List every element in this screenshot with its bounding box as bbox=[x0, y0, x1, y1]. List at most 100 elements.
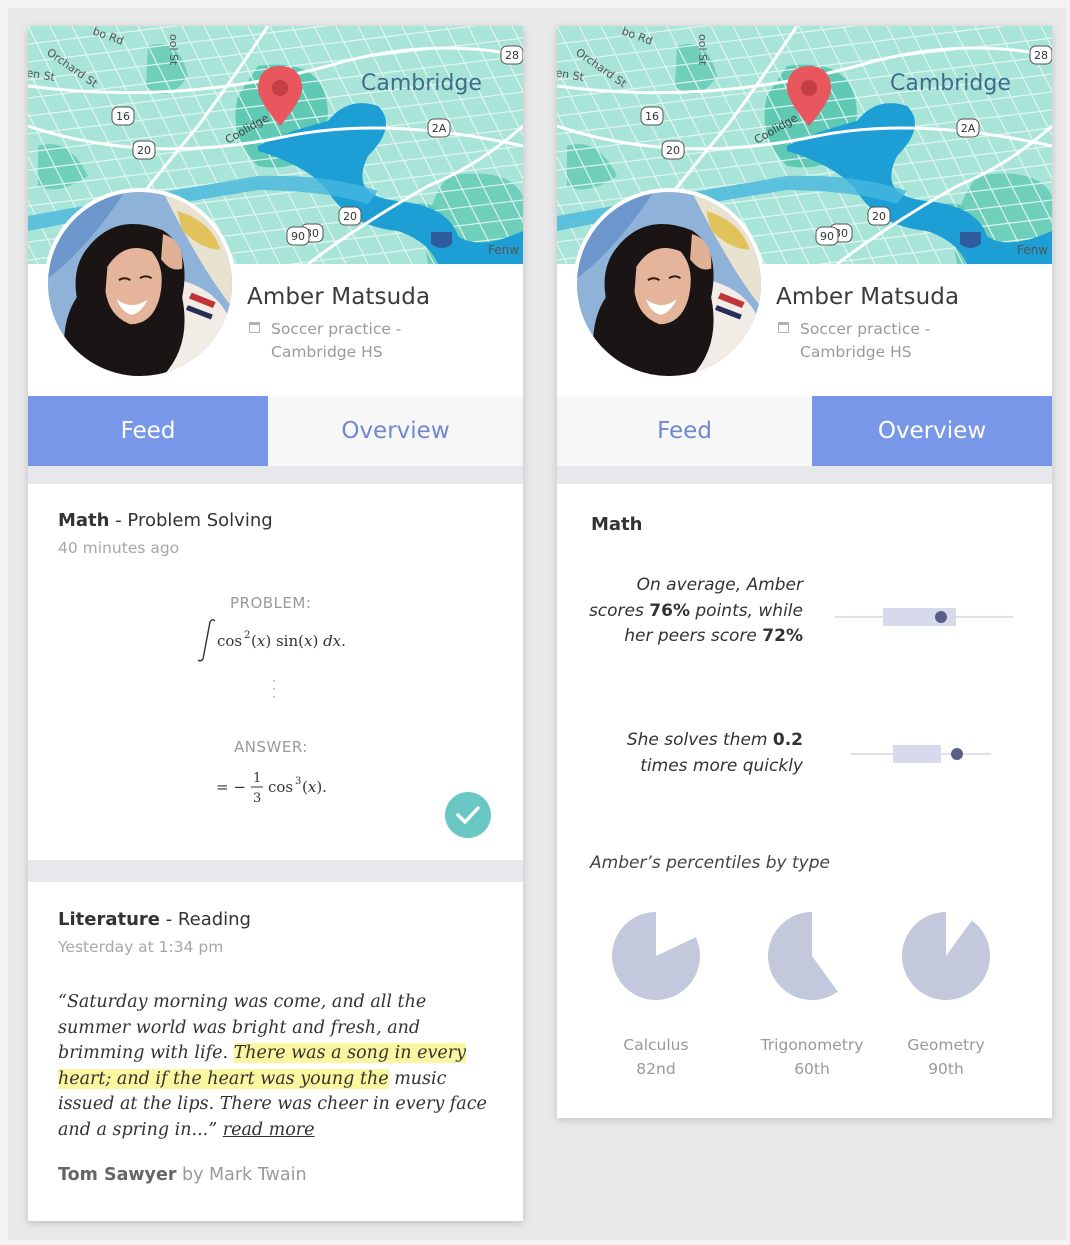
profile-header: Cambridge Orchard St en St bo Rd ool St Cooli… bbox=[557, 26, 1052, 396]
profile-card-feed: Cambridge Orchard St en St bo Rd ool St Cooli… bbox=[28, 26, 523, 1221]
svg-text:28: 28 bbox=[1034, 49, 1048, 62]
svg-text:20: 20 bbox=[137, 144, 151, 157]
svg-text:(x) sin(x) dx.: (x) sin(x) dx. bbox=[251, 632, 346, 650]
subject-name: Literature bbox=[58, 909, 160, 930]
road-badge: 2A bbox=[427, 118, 451, 138]
road-badge: 20 bbox=[132, 140, 156, 160]
problem-formula: cos 2 (x) sin(x) dx. bbox=[193, 616, 363, 668]
activity-line-2: Cambridge HS bbox=[271, 343, 383, 361]
svg-text:16: 16 bbox=[645, 110, 659, 123]
percentile-pie-geometry: Geometry 90th bbox=[891, 911, 1001, 1081]
feed-item-time: 40 minutes ago bbox=[58, 539, 180, 557]
svg-text:3: 3 bbox=[253, 791, 261, 806]
svg-text:2A: 2A bbox=[432, 122, 447, 135]
tab-feed[interactable]: Feed bbox=[28, 396, 268, 466]
stat-text-part: times more quickly bbox=[640, 755, 803, 776]
read-more-link[interactable]: read more bbox=[223, 1120, 315, 1140]
svg-text:90: 90 bbox=[820, 230, 834, 243]
percentile-value: 82nd bbox=[636, 1060, 676, 1078]
problem-label: PROBLEM: bbox=[230, 594, 312, 612]
activity-type: - Reading bbox=[159, 909, 251, 930]
current-activity: Soccer practice - Cambridge HS bbox=[776, 318, 1006, 364]
amber-score: 76% bbox=[649, 600, 690, 621]
pie-chart bbox=[611, 912, 700, 1000]
avatar[interactable] bbox=[44, 188, 236, 380]
svg-text:cos: cos bbox=[217, 632, 242, 650]
pie-slice bbox=[902, 912, 991, 1000]
highway-shield-icon bbox=[960, 232, 981, 248]
current-activity: Soccer practice - Cambridge HS bbox=[247, 318, 477, 364]
pie-slice bbox=[611, 912, 700, 1000]
svg-text:20: 20 bbox=[666, 144, 680, 157]
speed-comparison-text: She solves them 0.2 times more quickly bbox=[577, 728, 803, 779]
problem-formula-render: cos 2 (x) sin(x) dx. bbox=[197, 619, 346, 662]
road-badge: 28 bbox=[1029, 45, 1052, 65]
score-range-plot bbox=[835, 608, 1013, 626]
avatar[interactable] bbox=[573, 188, 765, 380]
feed-item-math[interactable]: Math - Problem Solving 40 minutes ago PR… bbox=[28, 484, 523, 860]
svg-text:1: 1 bbox=[253, 771, 261, 786]
percentile-value: 90th bbox=[928, 1060, 964, 1078]
pie-chart bbox=[768, 912, 838, 1000]
feed-item-title: Literature - Reading bbox=[58, 909, 251, 930]
activity-line-1: Soccer practice - bbox=[271, 320, 402, 338]
svg-text:cos: cos bbox=[268, 778, 293, 796]
book-credit: Tom Sawyer by Mark Twain bbox=[58, 1165, 307, 1185]
answer-label: ANSWER: bbox=[234, 738, 308, 756]
answer-formula: = − 1 3 cos 3 (x). bbox=[216, 762, 346, 816]
subject-name: Math bbox=[58, 510, 110, 531]
svg-text:20: 20 bbox=[343, 210, 357, 223]
percentile-pie-trigonometry: Trigonometry 60th bbox=[757, 911, 867, 1081]
road-badge: 20 bbox=[338, 206, 362, 226]
percentile-type: Trigonometry bbox=[760, 1036, 864, 1054]
feed-item-time: Yesterday at 1:34 pm bbox=[58, 938, 224, 956]
highway-shield-icon bbox=[431, 232, 452, 248]
book-excerpt: “Saturday morning was come, and all the … bbox=[58, 990, 488, 1143]
calendar-icon bbox=[778, 322, 789, 333]
overview-subject: Math bbox=[591, 514, 643, 535]
road-badge: 90 bbox=[815, 226, 839, 246]
svg-text:16: 16 bbox=[116, 110, 130, 123]
svg-text:2A: 2A bbox=[961, 122, 976, 135]
road-badge: 16 bbox=[111, 106, 135, 126]
tab-overview[interactable]: Overview bbox=[268, 396, 523, 466]
speed-range-plot bbox=[851, 745, 991, 763]
pie-chart bbox=[902, 912, 991, 1000]
check-icon bbox=[445, 792, 491, 838]
percentiles-title: Amber’s percentiles by type bbox=[590, 853, 830, 873]
svg-text:2: 2 bbox=[244, 630, 250, 641]
percentile-value: 60th bbox=[794, 1060, 830, 1078]
svg-text:(x).: (x). bbox=[302, 778, 327, 796]
percentile-type: Geometry bbox=[907, 1036, 985, 1054]
profile-tabs: Feed Overview bbox=[28, 396, 523, 466]
peer-range-box bbox=[893, 745, 941, 763]
amber-score-dot bbox=[935, 611, 947, 623]
svg-text:90: 90 bbox=[291, 230, 305, 243]
amber-speed-dot bbox=[951, 748, 963, 760]
map-label: Cambridge bbox=[361, 71, 482, 96]
peer-score: 72% bbox=[762, 626, 803, 646]
feed-item-title: Math - Problem Solving bbox=[58, 510, 273, 531]
tab-overview[interactable]: Overview bbox=[812, 396, 1052, 466]
answer-formula-render: = − 1 3 cos 3 (x). bbox=[216, 771, 327, 806]
percentile-pie-calculus: Calculus 82nd bbox=[601, 911, 711, 1081]
activity-type: - Problem Solving bbox=[109, 510, 273, 531]
profile-header: Cambridge Orchard St en St bo Rd ool St Cooli… bbox=[28, 26, 523, 396]
profile-tabs: Feed Overview bbox=[557, 396, 1052, 466]
tab-feed[interactable]: Feed bbox=[557, 396, 812, 466]
score-comparison-text: On average, Amber scores 76% points, whi… bbox=[577, 573, 803, 650]
road-badge: 20 bbox=[867, 206, 891, 226]
road-badge: 20 bbox=[661, 140, 685, 160]
road-badge: 28 bbox=[500, 45, 523, 65]
speed-value: 0.2 bbox=[772, 730, 803, 750]
ellipsis-divider bbox=[273, 680, 276, 698]
svg-text:3: 3 bbox=[295, 776, 301, 787]
road-badge: 2A bbox=[956, 118, 980, 138]
calendar-icon bbox=[249, 322, 260, 333]
road-badge: 16 bbox=[640, 106, 664, 126]
stat-text-part: She solves them bbox=[626, 730, 773, 750]
pie-slice bbox=[768, 912, 838, 1000]
feed-item-literature[interactable]: Literature - Reading Yesterday at 1:34 p… bbox=[28, 882, 523, 1221]
profile-name: Amber Matsuda bbox=[247, 284, 431, 310]
svg-text:20: 20 bbox=[872, 210, 886, 223]
